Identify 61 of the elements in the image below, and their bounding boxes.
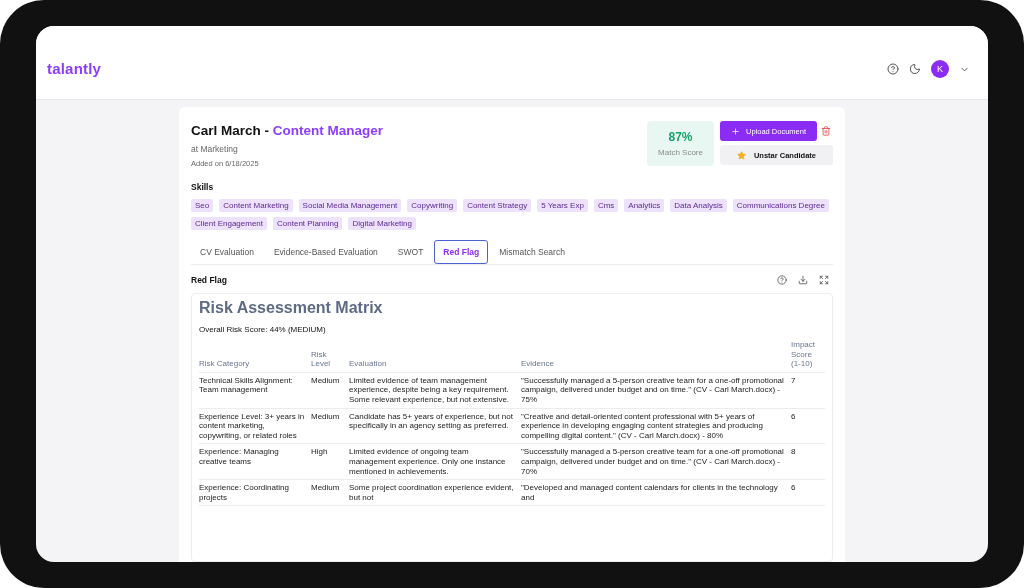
table-cell: Some project coordination experience evident, but not	[349, 479, 521, 506]
logo[interactable]: talantly	[47, 60, 102, 77]
skill-tag: 5 Years Exp	[537, 199, 588, 212]
table-cell: "Developed and managed content calendars for clients in the technology and	[521, 479, 791, 506]
column-header: Risk Category	[199, 340, 311, 373]
table-cell: Medium	[311, 408, 349, 444]
match-score-value: 87%	[668, 130, 693, 144]
skill-tag: Copywriting	[407, 199, 458, 212]
skill-tag: Client Engagement	[191, 217, 268, 230]
column-header: Impact Score (1-10)	[791, 340, 825, 373]
report-title: Risk Assessment Matrix	[199, 299, 384, 317]
table-cell: Experience: Coordinating projects	[199, 479, 311, 506]
overall-risk-score: Overall Risk Score: 44% (MEDIUM)	[199, 325, 327, 334]
table-cell: Candidate has 5+ years of experience, but not specifically in an agency setting as preferred.	[349, 408, 521, 444]
tab[interactable]: Evidence-Based Evaluation	[264, 240, 387, 264]
skill-tag: Content Planning	[273, 217, 343, 230]
skill-tag: Communications Degree	[732, 199, 829, 212]
table-cell: 7	[791, 372, 825, 409]
table-cell: Technical Skills Alignment: Team management	[199, 372, 311, 409]
expand-icon[interactable]	[819, 275, 829, 285]
tab[interactable]: SWOT	[388, 240, 433, 264]
table-cell: "Successfully managed a 5-person creative team for a one-off promotional campaign, delivered under budget and on time." (CV - Carl March.docx) - 75%	[521, 372, 791, 409]
skill-tag: Seo	[191, 199, 214, 212]
table-cell: High	[311, 443, 349, 480]
table-cell: "Successfully managed a 5-person creative team for a one-off promotional campaign, delivered under budget and on time." (CV - Carl March.docx) - 70%	[521, 443, 791, 480]
table-cell: "Creative and detail-oriented content professional with 5+ years of experience in developing engaging content strategies and producing compelling digital content." (CV - Carl March.docx) - 80%	[521, 408, 791, 444]
star-icon	[736, 150, 746, 160]
skill-tag: Data Analysis	[670, 199, 727, 212]
table-cell: Experience Level: 3+ years in content marketing, copywriting, or related roles	[199, 408, 311, 444]
tab[interactable]: CV Evaluation	[191, 240, 263, 264]
table-cell: 6	[791, 479, 825, 506]
plus-icon	[730, 126, 740, 136]
skill-tag: Content Marketing	[219, 199, 293, 212]
table-cell: Experience: Managing creative teams	[199, 443, 311, 480]
moon-icon[interactable]	[909, 63, 921, 75]
column-header: Evidence	[521, 340, 791, 373]
department-text: at Marketing	[191, 144, 239, 154]
help-icon[interactable]	[777, 275, 787, 285]
skill-tag: Social Media Management	[298, 199, 402, 212]
tab[interactable]: Red Flag	[434, 240, 489, 264]
tab[interactable]: Mismatch Search	[490, 240, 574, 264]
download-icon[interactable]	[798, 275, 808, 285]
skill-tag: Digital Marketing	[348, 217, 416, 230]
skill-tag: Content Strategy	[463, 199, 532, 212]
table-cell: Limited evidence of team management experience, despite being a key requirement. Some relevant experience, but not extensive.	[349, 372, 521, 409]
column-header: Evaluation	[349, 340, 521, 373]
skill-tag: Cms	[593, 199, 619, 212]
trash-icon[interactable]	[821, 126, 831, 136]
help-icon[interactable]	[887, 63, 899, 75]
match-score-label: Match Score	[658, 148, 703, 157]
table-cell: Medium	[311, 479, 349, 506]
table-cell: Medium	[311, 372, 349, 409]
candidate-title: Carl March - Content Manager	[191, 123, 384, 138]
skill-tag: Analytics	[624, 199, 665, 212]
table-cell: 6	[791, 408, 825, 444]
column-header: Risk Level	[311, 340, 349, 373]
skills-heading: Skills	[191, 182, 215, 192]
avatar[interactable]: K	[931, 60, 949, 78]
section-title: Red Flag	[191, 275, 227, 285]
table-cell: Limited evidence of ongoing team management experience. Only one instance mentioned in achievements.	[349, 443, 521, 480]
table-cell: 8	[791, 443, 825, 480]
